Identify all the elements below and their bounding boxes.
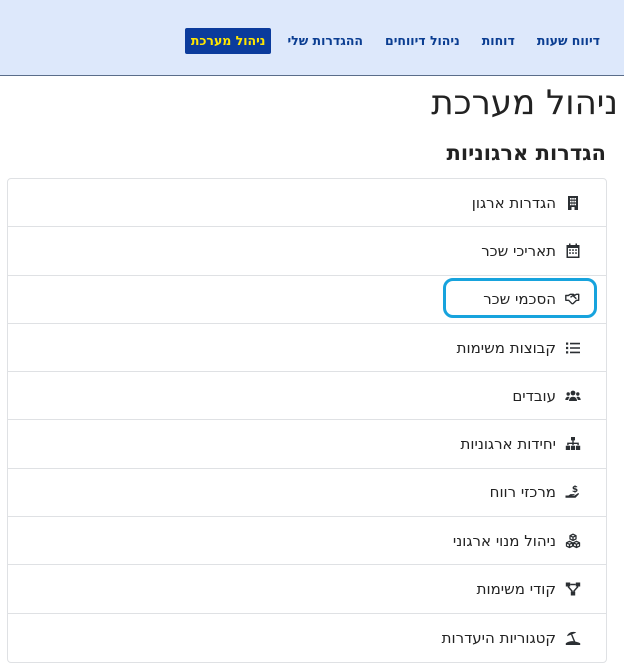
building-icon [564, 194, 582, 212]
nav-item-time-reporting[interactable]: דיווח שעות [531, 29, 606, 53]
cubes-icon [564, 532, 582, 550]
organization-settings-list: הגדרות ארגון תאריכי שכר הסכמי שכר קבוצות… [7, 178, 607, 663]
section-title: הגדרות ארגוניות [446, 141, 606, 165]
list-item-task-groups[interactable]: קבוצות משימות [8, 324, 606, 373]
handshake-icon [564, 290, 582, 308]
hand-dollar-icon: $ [564, 483, 582, 501]
nav-item-my-settings[interactable]: ההגדרות שלי [281, 29, 369, 53]
list-item-label: קטגוריות היעדרות [441, 628, 556, 647]
nav-item-system-management[interactable]: ניהול מערכת [184, 28, 272, 54]
list-item-label: הגדרות ארגון [471, 193, 556, 212]
list-item-task-codes[interactable]: קודי משימות [8, 565, 606, 614]
list-item-label: תאריכי שכר [481, 241, 556, 260]
list-item-employees[interactable]: עובדים [8, 372, 606, 421]
list-item-organization-settings[interactable]: הגדרות ארגון [8, 179, 606, 228]
list-item-label: הסכמי שכר [483, 290, 556, 309]
list-item-label: יחידות ארגוניות [460, 435, 556, 454]
list-item-label: ניהול מנוי ארגוני [452, 531, 556, 550]
nav-item-manage-reports[interactable]: ניהול דיווחים [379, 29, 466, 53]
svg-text:$: $ [572, 485, 578, 495]
list-item-payroll-agreements[interactable]: הסכמי שכר [8, 276, 606, 324]
list-item-absence-categories[interactable]: קטגוריות היעדרות [8, 614, 606, 662]
nav-item-reports[interactable]: דוחות [476, 29, 521, 53]
page-title: ניהול מערכת [431, 83, 618, 123]
users-icon [564, 387, 582, 405]
top-navbar: דיווח שעות דוחות ניהול דיווחים ההגדרות ש… [0, 0, 624, 76]
list-item-label: עובדים [512, 386, 556, 405]
list-item-org-subscription[interactable]: ניהול מנוי ארגוני [8, 517, 606, 566]
list-item-label: קבוצות משימות [456, 338, 556, 357]
main-nav: דיווח שעות דוחות ניהול דיווחים ההגדרות ש… [175, 28, 606, 54]
list-item-label: מרכזי רווח [489, 483, 556, 502]
list-item-org-units[interactable]: יחידות ארגוניות [8, 420, 606, 469]
list-icon [564, 339, 582, 357]
calendar-icon [564, 242, 582, 260]
list-item-payroll-dates[interactable]: תאריכי שכר [8, 227, 606, 276]
sitemap-icon [564, 435, 582, 453]
umbrella-beach-icon [564, 629, 582, 647]
list-item-label: קודי משימות [476, 580, 556, 599]
list-item-profit-centers[interactable]: $ מרכזי רווח [8, 469, 606, 518]
project-diagram-icon [564, 580, 582, 598]
